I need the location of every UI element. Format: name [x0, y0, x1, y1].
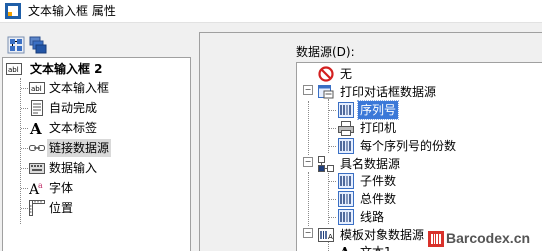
tree-item-label: 总件数	[360, 192, 397, 206]
tree-item-label: 打印机	[360, 121, 397, 135]
tree-item-none[interactable]: 无	[318, 65, 518, 83]
tree-item-serial-number[interactable]: 序列号	[338, 100, 518, 120]
watermark: Barcodex.cn	[428, 229, 540, 249]
tree-guide-line	[21, 188, 28, 189]
tree-guide-line	[21, 208, 28, 209]
font-icon: A a	[29, 181, 43, 196]
tree-item-label: 子件数	[360, 174, 397, 188]
tree-guide-line	[328, 146, 336, 147]
tree-item-printer[interactable]: 打印机	[338, 119, 518, 137]
tree-guide-line	[328, 217, 336, 218]
tree-guide-line	[21, 128, 28, 129]
tree-guide-line	[328, 181, 336, 182]
tree-guide-line	[328, 170, 329, 224]
tree-item-total-count[interactable]: 总件数	[338, 190, 518, 208]
tree-item-label: 每个序列号的份数	[360, 139, 457, 153]
title-bar: 文本输入框 属性	[0, 0, 542, 23]
collapse-toggle[interactable]: −	[303, 157, 313, 167]
layers-icon[interactable]	[29, 36, 47, 54]
tree-item-label: 文本输入框	[49, 81, 110, 95]
counter-icon	[338, 191, 354, 207]
tree-item-label: 打印对话框数据源	[340, 85, 437, 99]
tree-item-sub-count[interactable]: 子件数	[338, 172, 518, 190]
watermark-text: Barcodex.cn	[446, 230, 531, 246]
counter-icon	[338, 209, 354, 225]
print-dialog-icon	[318, 85, 334, 99]
tree-guide-line	[328, 199, 336, 200]
svg-text:A: A	[328, 233, 333, 241]
link-icon	[29, 145, 45, 151]
tree-root-item[interactable]: abl 文本输入框 2	[6, 60, 186, 78]
tree-item-position[interactable]: 位置	[29, 199, 184, 217]
counter-icon	[338, 102, 354, 118]
tree-guide-line	[328, 110, 336, 111]
tree-item-data-input[interactable]: 数据输入	[29, 159, 184, 177]
tree-guide-line	[21, 88, 28, 89]
tree-item-route[interactable]: 线路	[338, 208, 518, 226]
tree-guide-line	[308, 172, 309, 226]
named-data-icon	[318, 156, 334, 172]
svg-text:A: A	[338, 244, 351, 251]
tree-item-print-dialog-source[interactable]: 打印对话框数据源	[318, 83, 518, 101]
template-object-icon: A	[318, 228, 334, 242]
tree-guide-line	[308, 101, 309, 155]
tree-item-label: 数据输入	[49, 161, 98, 175]
tree-item-font[interactable]: A a 字体	[29, 179, 184, 197]
window-title: 文本输入框 属性	[28, 4, 116, 18]
tree-guide-line	[328, 99, 329, 153]
none-icon	[318, 66, 334, 82]
tree-guide-line	[21, 168, 28, 169]
tree-item-copies-per-serial[interactable]: 每个序列号的份数	[338, 137, 538, 155]
tree-item-label: 文本标签	[49, 121, 98, 135]
left-toolbar	[7, 36, 51, 54]
tree-item-text-label[interactable]: A 文本标签	[29, 119, 184, 137]
expand-all-icon[interactable]	[7, 36, 25, 54]
collapse-toggle[interactable]: −	[303, 228, 313, 238]
letter-a-icon: A	[29, 120, 42, 136]
counter-icon	[338, 138, 354, 154]
data-source-tree: 无 − 打印对话框数据源 序列号 打印机 每个序列号的份数 − 具名数据源 子件…	[296, 62, 542, 251]
tree-root-label: 文本输入框 2	[30, 62, 103, 76]
tree-item-label: 无	[340, 67, 353, 81]
counter-icon	[338, 173, 354, 189]
tree-item-autocomplete[interactable]: 自动完成	[29, 99, 184, 117]
tree-guide-line	[328, 128, 336, 129]
data-source-label: 数据源(D):	[296, 45, 355, 59]
svg-text:A: A	[29, 120, 42, 136]
tree-item-label: 具名数据源	[340, 157, 401, 171]
tree-item-label: 自动完成	[49, 101, 98, 115]
tree-item-named-data-source[interactable]: 具名数据源	[318, 155, 518, 173]
letter-a-icon: A	[338, 244, 351, 251]
tree-item-label: 线路	[360, 210, 385, 224]
tree-item-label: 模板对象数据源	[340, 228, 425, 242]
tree-guide-line	[21, 148, 28, 149]
keyboard-icon	[29, 163, 45, 174]
properties-dialog: 文本输入框 属性 abl 文本输入框 2 abl 文本输入框 自动完成 A 文本…	[0, 0, 542, 251]
tree-item-label: 字体	[49, 181, 74, 195]
tree-item-label: 序列号	[356, 100, 400, 120]
app-icon	[5, 3, 21, 19]
svg-text:abl: abl	[8, 66, 19, 74]
tree-guide-line	[20, 78, 21, 224]
tree-item-textbox[interactable]: abl 文本输入框	[29, 79, 184, 97]
svg-text:a: a	[38, 181, 43, 190]
tree-guide-line	[21, 108, 28, 109]
tree-item-linked-data-source[interactable]: 链接数据源	[29, 139, 184, 157]
tree-item-label: 位置	[49, 201, 74, 215]
textbox-icon: abl	[29, 82, 45, 94]
tree-item-label: 链接数据源	[47, 139, 112, 157]
property-pages-tree: abl 文本输入框 2 abl 文本输入框 自动完成 A 文本标签 链接数据源 …	[2, 57, 191, 251]
collapse-toggle[interactable]: −	[303, 85, 313, 95]
svg-text:abl: abl	[31, 85, 42, 93]
textbox-icon: abl	[6, 63, 22, 75]
printer-icon	[338, 121, 354, 136]
brand-logo-icon	[428, 231, 444, 247]
position-ruler-icon	[29, 200, 45, 216]
document-list-icon	[31, 100, 43, 116]
tree-item-label: 文本1	[360, 243, 392, 251]
